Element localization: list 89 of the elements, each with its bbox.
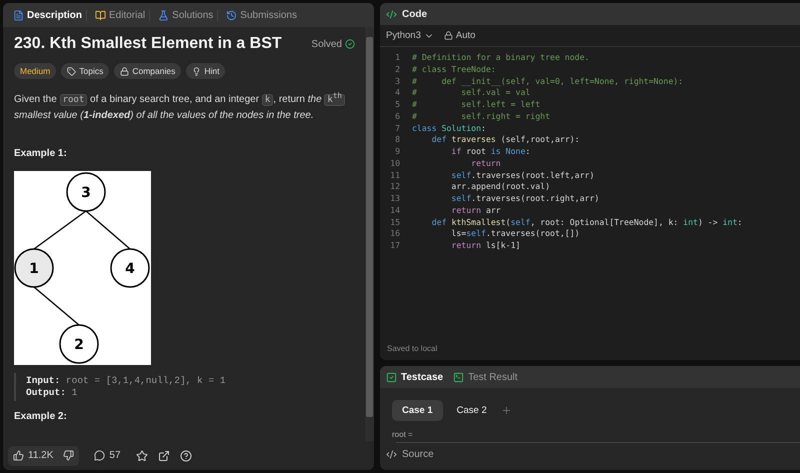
thumbs-down-icon (63, 450, 74, 461)
case-tab[interactable]: Case 2 (446, 400, 497, 421)
code-line: self.traverses(root.right,arr) (450, 193, 600, 205)
tree-node: 3 (66, 172, 106, 212)
tree-edge (34, 286, 80, 326)
difficulty-badge: Medium (14, 63, 56, 79)
line-number: 12 (389, 181, 401, 193)
solved-status: Solved (311, 38, 355, 50)
thumbs-up-icon (13, 450, 24, 461)
tree-node: 2 (59, 324, 99, 364)
line-number: 16 (389, 228, 401, 240)
line-number: 9 (394, 146, 401, 158)
scrollbar-thumb[interactable] (366, 37, 373, 417)
code-line: # def __init__(self, val=0, left=None, right=None): (412, 76, 684, 88)
code-line: return ls[k-1] (450, 240, 520, 252)
terminal-icon (453, 372, 464, 382)
code-line: # class TreeNode: (412, 64, 496, 76)
problem-description: Given the root of a binary search tree, and an integer k , return the k$^{th}$ smallest value (1-indexed) of all the values of the nodes in the tree. (14, 88, 355, 124)
panel-tab[interactable]: Testcase (386, 372, 448, 382)
tag-button[interactable]: Companies (114, 63, 182, 79)
code-line: return (470, 158, 501, 170)
code-line: self.traverses(root.left,arr) (450, 170, 594, 182)
tree-edge (86, 210, 130, 250)
lock-icon (120, 66, 130, 76)
share-icon[interactable] (158, 450, 170, 462)
example-line: Output: 1 (26, 387, 78, 399)
tree-node: 1 (14, 248, 54, 288)
checkbox-icon (386, 372, 397, 382)
code-line: class Solution: (412, 122, 486, 134)
comments-button[interactable]: 57 (89, 446, 126, 466)
comment-icon (94, 450, 106, 461)
book-icon (95, 10, 106, 20)
document-icon (13, 10, 24, 20)
like-button[interactable]: 11.2K (8, 446, 58, 466)
tag-button[interactable]: Topics (61, 63, 110, 79)
line-number: 4 (394, 87, 401, 99)
panel-tab[interactable]: Submissions (222, 10, 301, 20)
panel-tab[interactable]: Test Result (453, 372, 523, 382)
code-line: # self.right = right (412, 110, 550, 122)
star-icon[interactable] (136, 450, 148, 462)
panel-title: Code (402, 8, 427, 20)
lightbulb-icon (192, 66, 202, 76)
code-line: # Definition for a binary tree node. (412, 52, 590, 64)
line-number: 14 (389, 204, 401, 216)
example-heading: Example 2: (14, 411, 68, 422)
line-number: 5 (394, 99, 401, 111)
line-number: 7 (394, 122, 401, 134)
code-line: # self.left = left (412, 99, 540, 111)
line-number: 2 (394, 64, 401, 76)
tree-edge (34, 210, 86, 250)
flask-icon (158, 10, 170, 20)
example-line: Input: root = [3,1,4,null,2], k = 1 (26, 375, 227, 387)
case-tab[interactable]: Case 1 (392, 400, 443, 421)
line-number: 8 (394, 134, 401, 146)
code-icon (386, 449, 397, 460)
history-icon (226, 10, 238, 20)
line-number: 15 (389, 216, 401, 228)
line-number: 6 (394, 110, 401, 122)
problem-title: 230. Kth Smallest Element in a BST (14, 35, 282, 53)
check-icon (345, 39, 355, 49)
line-number: 13 (389, 193, 401, 205)
panel-tab[interactable]: Description (9, 10, 88, 20)
tree-node: 4 (110, 248, 150, 288)
add-icon[interactable] (500, 405, 512, 416)
code-line: return arr (450, 204, 501, 216)
code-line: arr.append(root.val) (450, 181, 550, 193)
source-link[interactable]: Source (402, 449, 434, 460)
code-line: def traverses (self,root,arr): (430, 134, 580, 146)
help-icon[interactable] (180, 450, 192, 462)
line-number: 1 (394, 52, 401, 64)
panel-tab[interactable]: Solutions (154, 10, 218, 20)
panel-tab[interactable]: Editorial (91, 10, 150, 20)
line-number: 3 (394, 76, 401, 88)
tag-button[interactable]: Hint (186, 63, 226, 79)
line-number: 17 (389, 240, 401, 252)
code-line: if root is None: (450, 146, 530, 158)
line-number: 10 (389, 158, 401, 170)
line-number: 11 (389, 170, 401, 182)
mode-toggle[interactable]: Auto (444, 30, 476, 41)
save-status: Saved to local (386, 344, 438, 355)
lock-icon (444, 31, 453, 40)
language-select[interactable]: Python3 (386, 30, 434, 41)
tag-icon (67, 66, 76, 76)
code-line: # self.val = val (412, 87, 530, 99)
field-label: root = (391, 429, 414, 441)
code-line: def kthSmallest(self, root: Optional[TreeNode], k: int) -> int: (430, 216, 742, 228)
example-heading: Example 1: (14, 148, 68, 159)
code-icon (386, 8, 397, 20)
code-line: ls=self.traverses(root,[]) (450, 228, 580, 240)
